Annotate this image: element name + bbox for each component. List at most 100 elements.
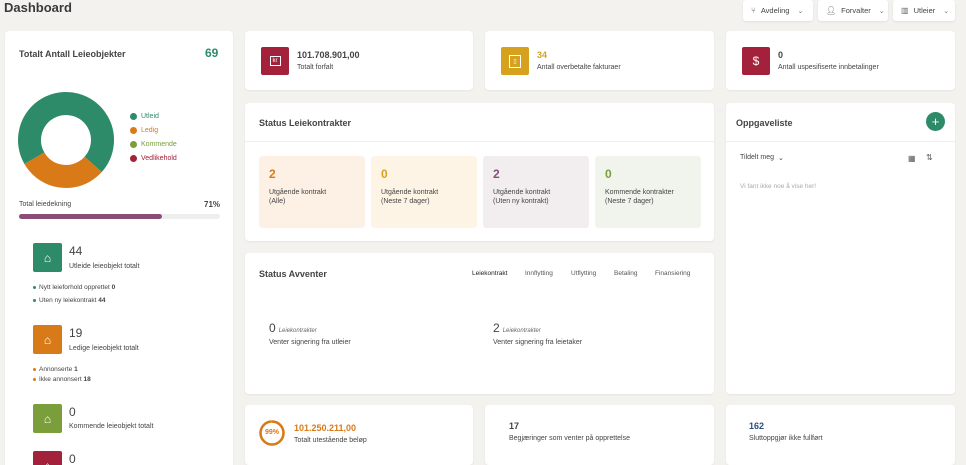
- chevron-down-icon: ⌄: [797, 7, 804, 15]
- invoice-icon: ▯: [501, 47, 529, 75]
- overdue-value: 101.708.901,00: [297, 50, 360, 60]
- tasks-title: Oppgaveliste: [736, 118, 793, 128]
- coverage-label: Total leiedekning: [19, 201, 72, 208]
- vacant-label: Ledige leieobjekt totalt: [69, 345, 139, 352]
- pending-count-value: 0: [269, 321, 276, 335]
- outstanding-percent: 99%: [264, 429, 279, 436]
- contract-line1: Kommende kontrakter: [605, 189, 674, 196]
- contract-card-upcoming[interactable]: 0 Kommende kontrakter (Neste 7 dager): [595, 156, 701, 228]
- divider: [245, 141, 714, 142]
- sort-icon[interactable]: ⇅: [926, 153, 933, 162]
- task-filter-label: Tildelt meg: [740, 154, 774, 161]
- legend-label: Kommende: [141, 141, 177, 148]
- objects-card: Totalt Antall Leieobjekter 69 Utleid Led…: [5, 31, 233, 465]
- manager-filter-button[interactable]: 👤︎ Forvalter ⌄: [818, 0, 888, 21]
- legend-dot: [130, 155, 137, 162]
- requests-card: 17 Begjæringer som venter på opprettelse: [485, 405, 714, 465]
- upcoming-count: 0: [69, 405, 76, 419]
- department-filter-button[interactable]: ⑂ Avdeling ⌄: [743, 0, 813, 21]
- stat-card-unspecified: $ 0 Antall uspesifiserte innbetalinger: [726, 31, 955, 90]
- bullet-label: Ikke annonsert: [39, 376, 82, 383]
- requests-value: 17: [509, 421, 520, 431]
- coverage-value: 71%: [204, 200, 221, 209]
- chevron-down-icon: ⌄: [943, 7, 950, 15]
- contract-card-next7[interactable]: 0 Utgående kontrakt (Neste 7 dager): [371, 156, 477, 228]
- contract-count: 0: [605, 167, 612, 181]
- overdue-label: Totalt forfalt: [297, 64, 334, 71]
- legend-label: Ledig: [141, 127, 159, 134]
- objects-title: Totalt Antall Leieobjekter: [19, 49, 126, 59]
- contract-line2: (Alle): [269, 198, 286, 205]
- legend-dot: [130, 127, 137, 134]
- page-title: Dashboard: [4, 0, 72, 15]
- overpaid-value: 34: [537, 50, 548, 60]
- settlements-label: Sluttoppgjør ikke fullført: [749, 435, 823, 442]
- legend-label: Utleid: [141, 113, 159, 120]
- rented-count: 44: [69, 244, 83, 258]
- legend-item-vacant: Ledig: [130, 127, 158, 134]
- user-icon: 👤︎: [826, 6, 837, 15]
- manager-filter-label: Forvalter: [841, 6, 871, 15]
- tab-move-in[interactable]: Innflytting: [525, 270, 553, 277]
- building-icon: ▥: [901, 6, 909, 15]
- outstanding-value: 101.250.211,00: [294, 423, 357, 433]
- legend-item-rented: Utleid: [130, 113, 159, 120]
- coverage-bar-fill: [19, 214, 162, 219]
- landlord-filter-button[interactable]: ▥ Utleier ⌄: [893, 0, 955, 21]
- contract-line1: Utgående kontrakt: [493, 189, 551, 196]
- landlord-filter-label: Utleier: [913, 6, 936, 15]
- settlements-card: 162 Sluttoppgjør ikke fullført: [726, 405, 955, 465]
- pending-tenant-count: 2 Leiekontrakter: [493, 321, 541, 335]
- maintenance-count: 0: [69, 452, 76, 465]
- legend-dot: [130, 113, 137, 120]
- department-filter-label: Avdeling: [760, 6, 790, 15]
- vacant-bullet-not-advertised: Ikke annonsert 18: [33, 376, 91, 383]
- tab-lease[interactable]: Leiekontrakt: [472, 270, 507, 277]
- dollar-icon: $: [742, 47, 770, 75]
- legend-item-upcoming: Kommende: [130, 141, 177, 148]
- bullet-label: Annonserte: [39, 366, 73, 373]
- rented-bullet-without: Uten ny leiekontrakt 44: [33, 297, 106, 304]
- contract-count: 0: [381, 167, 388, 181]
- tab-move-out[interactable]: Utflytting: [571, 270, 596, 277]
- stat-card-overdue: kr 101.708.901,00 Totalt forfalt: [245, 31, 473, 90]
- pending-count-value: 2: [493, 321, 500, 335]
- outstanding-card: 99% 101.250.211,00 Totalt utestående bel…: [245, 405, 473, 465]
- bullet-value: 18: [83, 376, 91, 383]
- add-task-button[interactable]: +: [926, 112, 945, 131]
- contract-line2: (Uten ny kontrakt): [493, 198, 549, 205]
- tasks-card: Oppgaveliste + Tildelt meg ⌄ ▦ ⇅ Vi fant …: [726, 103, 955, 394]
- home-icon: ⌂: [33, 404, 62, 433]
- chevron-down-icon: ⌄: [777, 155, 784, 162]
- contract-card-all[interactable]: 2 Utgående kontrakt (Alle): [259, 156, 365, 228]
- contract-line2: (Neste 7 dager): [605, 198, 654, 205]
- chevron-down-icon: ⌄: [878, 7, 885, 15]
- upcoming-label: Kommende leieobjekt totalt: [69, 423, 154, 430]
- contracts-title: Status Leiekontrakter: [259, 118, 352, 128]
- contract-line1: Utgående kontrakt: [269, 189, 327, 196]
- unspecified-label: Antall uspesifiserte innbetalinger: [778, 64, 879, 71]
- coverage-bar: [19, 214, 220, 219]
- objects-total: 69: [205, 46, 219, 60]
- task-filter-dropdown[interactable]: Tildelt meg ⌄: [740, 154, 784, 162]
- outstanding-label: Totalt utestående beløp: [294, 437, 367, 444]
- bullet-value: 0: [111, 284, 116, 291]
- home-icon: ⌂: [33, 325, 62, 354]
- contract-count: 2: [493, 167, 500, 181]
- bullet-label: Uten ny leiekontrakt: [39, 297, 97, 304]
- overpaid-label: Antall overbetalte fakturaer: [537, 64, 621, 71]
- vacant-count: 19: [69, 326, 83, 340]
- bullet-value: 44: [98, 297, 106, 304]
- contract-card-no-new[interactable]: 2 Utgående kontrakt (Uten ny kontrakt): [483, 156, 589, 228]
- plus-icon: +: [931, 114, 940, 129]
- pending-landlord-label: Venter signering fra utleier: [269, 339, 351, 346]
- legend-item-maintenance: Vedlikehold: [130, 155, 177, 162]
- bullet-value: 1: [74, 366, 78, 373]
- requests-label: Begjæringer som venter på opprettelse: [509, 435, 631, 442]
- pending-title: Status Avventer: [259, 269, 327, 279]
- tab-financing[interactable]: Finansiering: [655, 270, 690, 277]
- pending-count-unit: Leiekontrakter: [278, 328, 317, 334]
- tab-payment[interactable]: Betaling: [614, 270, 638, 277]
- objects-donut-chart: [17, 92, 114, 188]
- calendar-icon[interactable]: ▦: [908, 154, 916, 163]
